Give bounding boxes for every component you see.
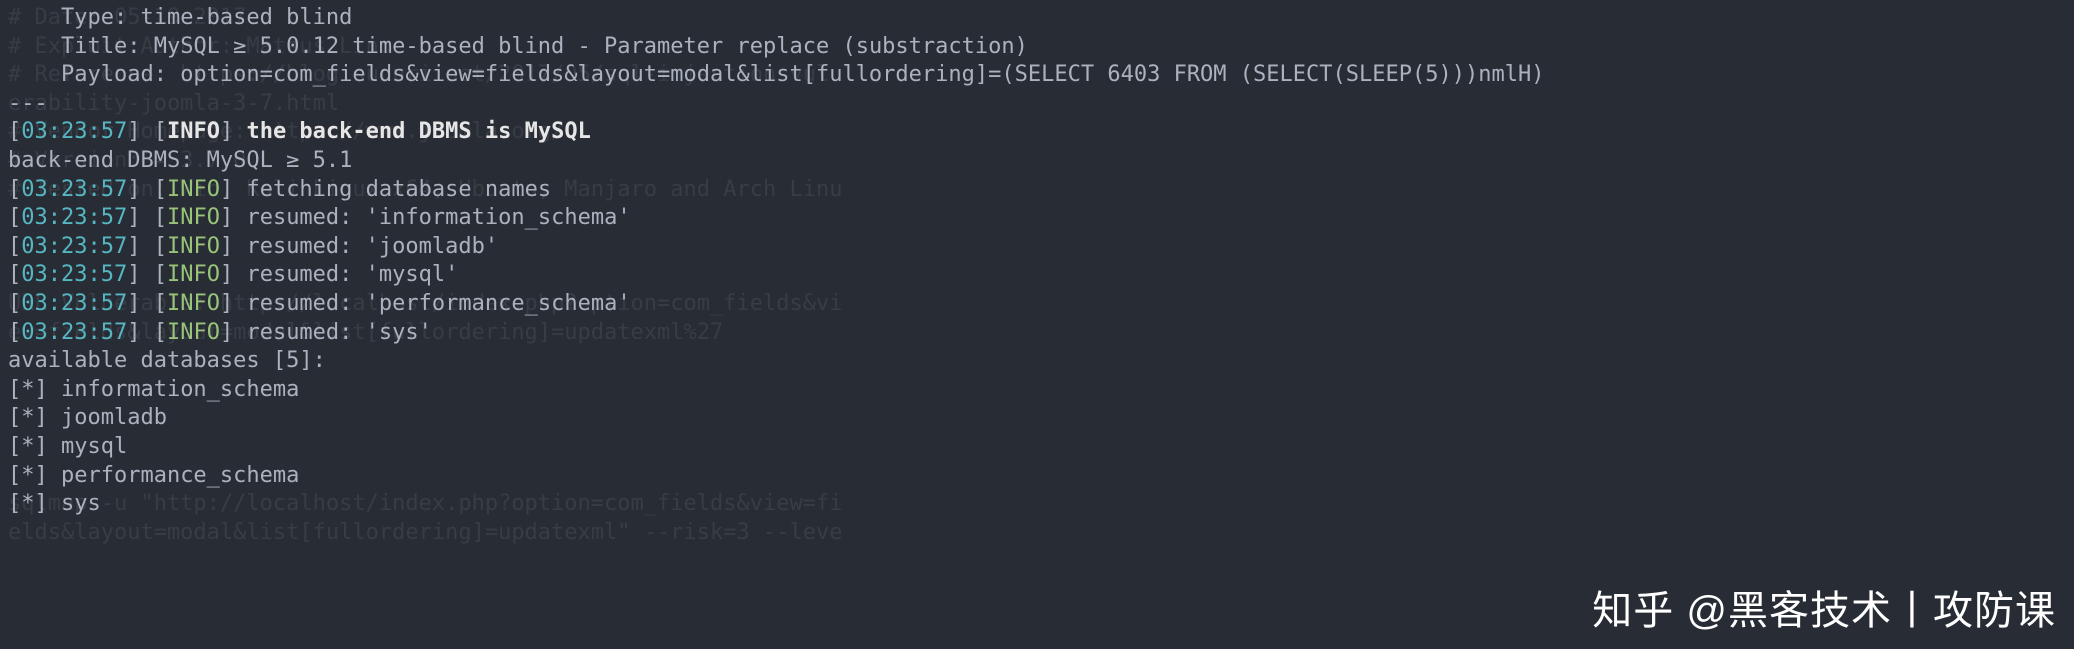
timestamp: 03:23:57 bbox=[21, 205, 127, 230]
timestamp: 03:23:57 bbox=[21, 262, 127, 287]
info-tag: INFO bbox=[167, 119, 220, 144]
database-item: [*] joomladb bbox=[8, 404, 2066, 433]
timestamp: 03:23:57 bbox=[21, 234, 127, 259]
info-tag: INFO bbox=[167, 177, 220, 202]
database-name: information_schema bbox=[61, 377, 299, 402]
watermark-text: 知乎 @黑客技术丨攻防课 bbox=[1592, 585, 2056, 637]
terminal-output: Type: time-based blind Title: MySQL ≥ 5.… bbox=[8, 4, 2066, 519]
database-item: [*] sys bbox=[8, 490, 2066, 519]
dbms-message: the back-end DBMS is MySQL bbox=[246, 119, 590, 144]
database-name: sys bbox=[61, 491, 101, 516]
payload-line: Payload: option=com_fields&view=fields&l… bbox=[8, 61, 2066, 90]
info-tag: INFO bbox=[167, 262, 220, 287]
log-line: [03:23:57] [INFO] resumed: 'joomladb' bbox=[8, 233, 2066, 262]
payload-type-line: Type: time-based blind bbox=[8, 4, 2066, 33]
timestamp: 03:23:57 bbox=[21, 119, 127, 144]
log-message: fetching database names bbox=[246, 177, 551, 202]
log-message: resumed: 'sys' bbox=[246, 320, 431, 345]
database-name: mysql bbox=[61, 434, 127, 459]
backend-dbms-line: back-end DBMS: MySQL ≥ 5.1 bbox=[8, 147, 2066, 176]
type-label: Type: bbox=[8, 5, 140, 30]
title-value: MySQL ≥ 5.0.12 time-based blind - Parame… bbox=[154, 34, 1028, 59]
available-db-header: available databases [5]: bbox=[8, 347, 2066, 376]
info-tag: INFO bbox=[167, 320, 220, 345]
database-item: [*] performance_schema bbox=[8, 462, 2066, 491]
payload-label: Payload: bbox=[8, 62, 180, 87]
type-value: time-based blind bbox=[140, 5, 352, 30]
log-line: [03:23:57] [INFO] resumed: 'mysql' bbox=[8, 261, 2066, 290]
timestamp: 03:23:57 bbox=[21, 177, 127, 202]
info-tag: INFO bbox=[167, 234, 220, 259]
database-item: [*] mysql bbox=[8, 433, 2066, 462]
log-message: resumed: 'mysql' bbox=[246, 262, 458, 287]
info-tag: INFO bbox=[167, 291, 220, 316]
divider-line: --- bbox=[8, 90, 2066, 119]
log-line: [03:23:57] [INFO] fetching database name… bbox=[8, 176, 2066, 205]
database-item: [*] information_schema bbox=[8, 376, 2066, 405]
title-label: Title: bbox=[8, 34, 154, 59]
database-name: performance_schema bbox=[61, 463, 299, 488]
log-message: resumed: 'joomladb' bbox=[246, 234, 498, 259]
payload-value: option=com_fields&view=fields&layout=mod… bbox=[180, 62, 1544, 87]
payload-title-line: Title: MySQL ≥ 5.0.12 time-based blind -… bbox=[8, 33, 2066, 62]
info-tag: INFO bbox=[167, 205, 220, 230]
log-line: [03:23:57] [INFO] resumed: 'information_… bbox=[8, 204, 2066, 233]
log-line: [03:23:57] [INFO] resumed: 'performance_… bbox=[8, 290, 2066, 319]
log-line: [03:23:57] [INFO] resumed: 'sys' bbox=[8, 319, 2066, 348]
log-message: resumed: 'performance_schema' bbox=[246, 291, 630, 316]
database-name: joomladb bbox=[61, 405, 167, 430]
timestamp: 03:23:57 bbox=[21, 291, 127, 316]
timestamp: 03:23:57 bbox=[21, 320, 127, 345]
dbms-detect-line: [03:23:57] [INFO] the back-end DBMS is M… bbox=[8, 118, 2066, 147]
log-message: resumed: 'information_schema' bbox=[246, 205, 630, 230]
